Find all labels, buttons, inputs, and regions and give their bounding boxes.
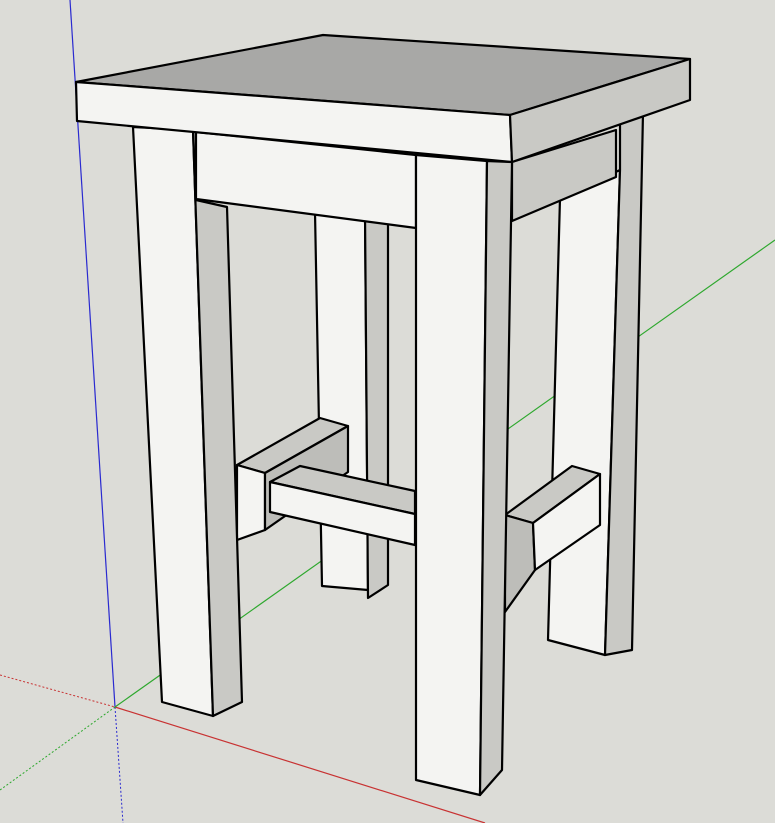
modeling-viewport[interactable] — [0, 0, 775, 823]
front-left-leg[interactable] — [131, 125, 244, 718]
stool-scene[interactable] — [0, 0, 775, 823]
red-axis-dotted — [0, 674, 116, 708]
green-axis-dotted — [0, 706, 116, 791]
blue-axis-dotted — [114, 706, 124, 823]
front-right-leg[interactable] — [414, 153, 514, 797]
back-left-leg[interactable] — [313, 210, 390, 600]
